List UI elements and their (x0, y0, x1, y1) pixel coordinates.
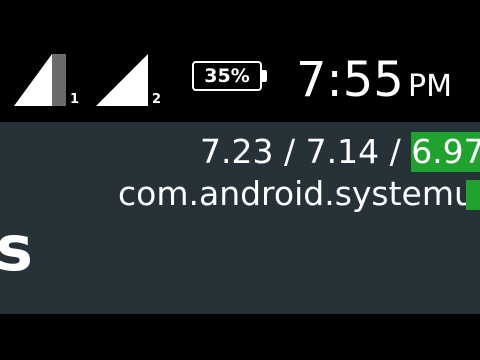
load-average-line: 7.23 / 7.14 / 6.97 (200, 132, 480, 172)
load-separator: / (273, 132, 306, 171)
load-average-15min: 6.97 (411, 132, 480, 172)
clock-time: 7:55 (296, 52, 404, 108)
top-process-name: com.android.systemui (118, 174, 480, 213)
sim1-label: 1 (70, 92, 80, 107)
clock-ampm: PM (408, 69, 452, 104)
load-average-5min: 7.14 (305, 132, 380, 171)
sim2-signal-icon (96, 54, 148, 106)
cpu-usage-bar (466, 180, 480, 210)
battery-tip (262, 70, 267, 82)
sim1-signal-icon (14, 54, 66, 106)
sim2-label: 2 (152, 92, 162, 107)
load-average-1min: 7.23 (200, 132, 274, 171)
bottom-area (0, 314, 480, 360)
battery-percent: 35% (204, 65, 250, 87)
app-content: 7.23 / 7.14 / 6.97 com.android.systemui … (0, 122, 480, 314)
status-bar: 1 2 35% 7:55 PM (0, 44, 480, 122)
load-separator: / (379, 132, 412, 171)
battery-icon: 35% (192, 61, 268, 91)
partial-title-text: s (0, 212, 33, 285)
